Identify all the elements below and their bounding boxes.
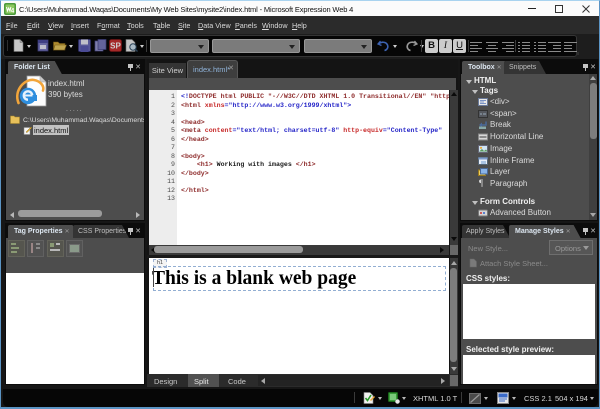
svg-text:SP: SP xyxy=(110,42,121,51)
